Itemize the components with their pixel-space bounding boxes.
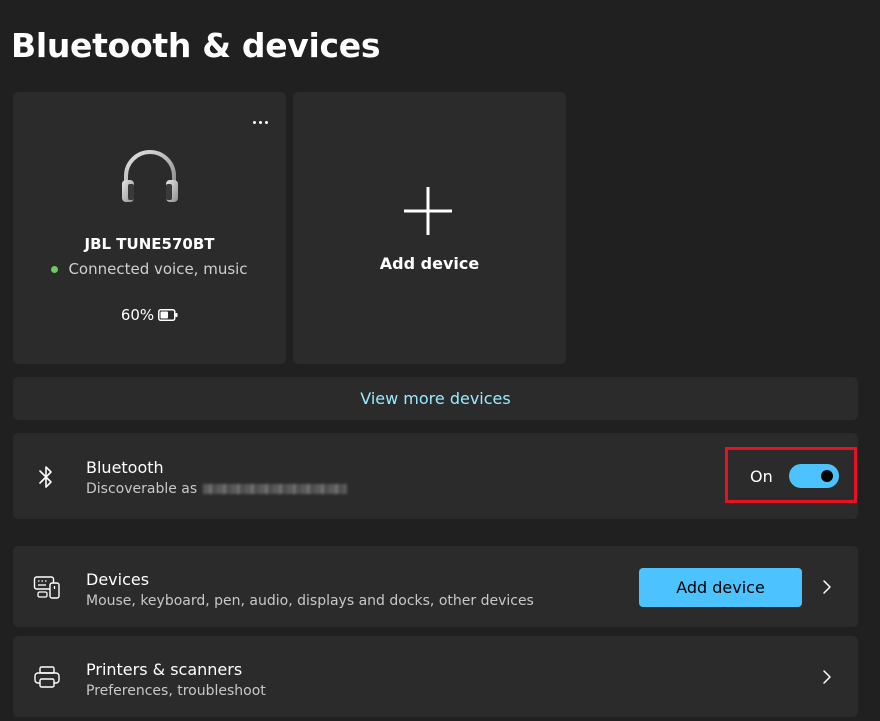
more-options-button[interactable] (248, 114, 272, 130)
device-card-jbl[interactable]: JBL TUNE570BT Connected voice, music 60% (13, 92, 286, 364)
battery-indicator: 60% (13, 306, 286, 324)
toggle-knob (821, 470, 833, 482)
page-title: Bluetooth & devices (11, 26, 381, 65)
add-device-button[interactable]: Add device (639, 568, 802, 607)
more-dot (252, 120, 256, 124)
printers-subtitle: Preferences, troubleshoot (86, 683, 266, 699)
printers-title: Printers & scanners (86, 660, 243, 679)
bluetooth-toggle-highlight: On (725, 447, 857, 503)
add-device-card-label: Add device (379, 254, 480, 273)
devices-subtitle: Mouse, keyboard, pen, audio, displays an… (86, 593, 534, 609)
bluetooth-icon (39, 466, 52, 488)
bluetooth-subtitle: Discoverable as (86, 481, 348, 497)
printers-scanners-row[interactable]: Printers & scanners Preferences, trouble… (13, 636, 858, 717)
view-more-devices-label: View more devices (360, 389, 511, 408)
bluetooth-toggle-label: On (750, 467, 773, 486)
connected-status-dot (51, 265, 59, 273)
bluetooth-toggle[interactable] (789, 464, 839, 488)
more-dot (258, 120, 262, 124)
bluetooth-title: Bluetooth (86, 458, 164, 477)
devices-row[interactable]: Devices Mouse, keyboard, pen, audio, dis… (13, 546, 858, 627)
chevron-right-icon (823, 580, 831, 594)
redacted-device-name (203, 484, 348, 494)
discoverable-as-label: Discoverable as (86, 481, 198, 497)
battery-percent: 60% (120, 306, 155, 324)
view-more-devices-button[interactable]: View more devices (13, 377, 858, 420)
more-dot (264, 120, 268, 124)
plus-icon (404, 187, 452, 235)
add-device-card[interactable]: Add device (293, 92, 566, 364)
headphones-icon (122, 150, 178, 202)
device-name: JBL TUNE570BT (84, 235, 215, 253)
device-status: Connected voice, music (13, 260, 286, 278)
devices-title: Devices (86, 570, 150, 589)
device-status-text: Connected voice, music (68, 260, 248, 278)
chevron-right-icon (823, 670, 831, 684)
battery-icon (158, 309, 178, 321)
devices-icon (33, 576, 60, 599)
printer-icon (34, 666, 60, 688)
